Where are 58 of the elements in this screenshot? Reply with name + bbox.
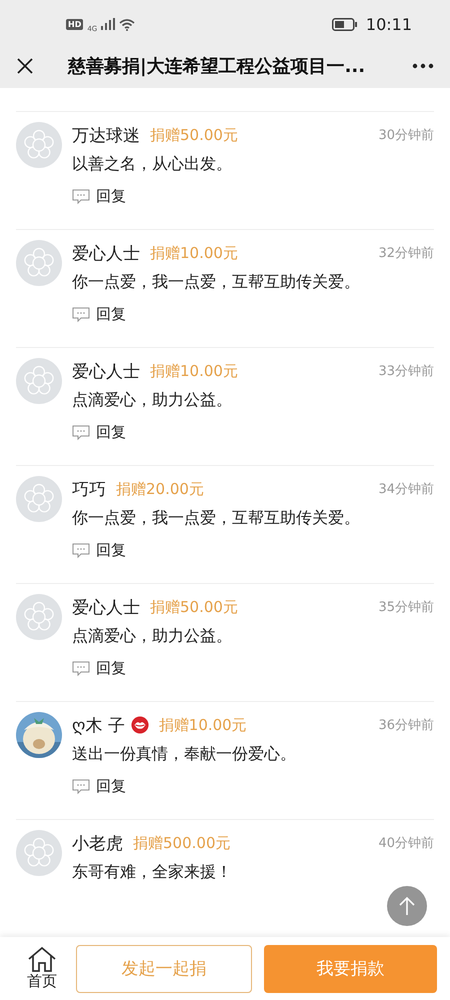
speech-bubble-icon (72, 778, 90, 794)
speech-bubble-icon (72, 542, 90, 558)
speech-bubble-icon (72, 660, 90, 676)
reply-button[interactable]: 回复 (72, 541, 126, 560)
clock-time: 10:11 (366, 14, 412, 34)
avatar-icon (16, 240, 62, 286)
close-icon (16, 57, 34, 76)
donation-amount: 捐赠500.00元 (133, 834, 230, 852)
user-name: 爱心人士 (72, 596, 140, 618)
user-name: 爱心人士 (72, 360, 140, 382)
donation-amount: 捐赠20.00元 (116, 480, 204, 498)
comment-text: 点滴爱心，助力公益。 (72, 626, 233, 647)
comment-text: 你一点爱，我一点爱，互帮互助传关爱。 (72, 272, 361, 293)
comment-time: 40分钟前 (378, 835, 434, 852)
speech-bubble-icon (72, 306, 90, 322)
avatar-icon (16, 830, 62, 876)
comment-time: 35分钟前 (378, 599, 434, 616)
reply-button[interactable]: 回复 (72, 187, 126, 206)
comment-time: 34分钟前 (378, 481, 434, 498)
user-name: 巧巧 (72, 478, 106, 500)
comment-time: 32分钟前 (378, 245, 434, 262)
scroll-to-top-button[interactable] (387, 886, 427, 926)
comment-time: 36分钟前 (378, 717, 434, 734)
reply-button[interactable]: 回复 (72, 777, 126, 796)
donation-amount: 捐赠10.00元 (158, 716, 247, 734)
user-name: 爱心人士 (72, 242, 140, 264)
user-name: ღ木 子 (72, 714, 125, 736)
avatar-icon (16, 476, 62, 522)
battery-icon (332, 18, 358, 31)
signal-icon (101, 18, 116, 30)
reply-button[interactable]: 回复 (72, 305, 126, 324)
comment-time: 30分钟前 (378, 127, 434, 144)
page-title: 慈善募捐|大连希望工程公益项目一... (66, 55, 366, 78)
reply-button[interactable]: 回复 (72, 423, 126, 442)
comment-text: 点滴爱心，助力公益。 (72, 390, 233, 411)
donation-amount: 捐赠10.00元 (150, 362, 238, 380)
comment-text: 东哥有难，全家来援！ (72, 862, 233, 883)
comment-text: 以善之名，从心出发。 (72, 154, 233, 175)
user-name: 万达球迷 (72, 124, 140, 146)
donation-amount: 捐赠10.00元 (150, 244, 238, 262)
avatar-icon (16, 358, 62, 404)
donation-amount: 捐赠50.00元 (150, 126, 238, 144)
hd-badge: HD (66, 18, 84, 30)
comment-text: 送出一份真情，奉献一份爱心。 (72, 744, 297, 765)
home-tab[interactable]: 首页 (20, 946, 64, 991)
reply-button[interactable]: 回复 (72, 659, 126, 678)
up-arrow-icon (398, 896, 416, 916)
speech-bubble-icon (72, 188, 90, 204)
donation-amount: 捐赠50.00元 (150, 598, 238, 616)
wifi-icon (119, 18, 136, 31)
avatar-icon (16, 594, 62, 640)
speech-bubble-icon (72, 424, 90, 440)
comment-time: 33分钟前 (378, 363, 434, 380)
more-icon (412, 63, 434, 70)
avatar-icon (16, 122, 62, 168)
home-icon (27, 946, 57, 972)
user-name: 小老虎 (72, 832, 123, 854)
comment-text: 你一点爱，我一点爱，互帮互助传关爱。 (72, 508, 361, 529)
